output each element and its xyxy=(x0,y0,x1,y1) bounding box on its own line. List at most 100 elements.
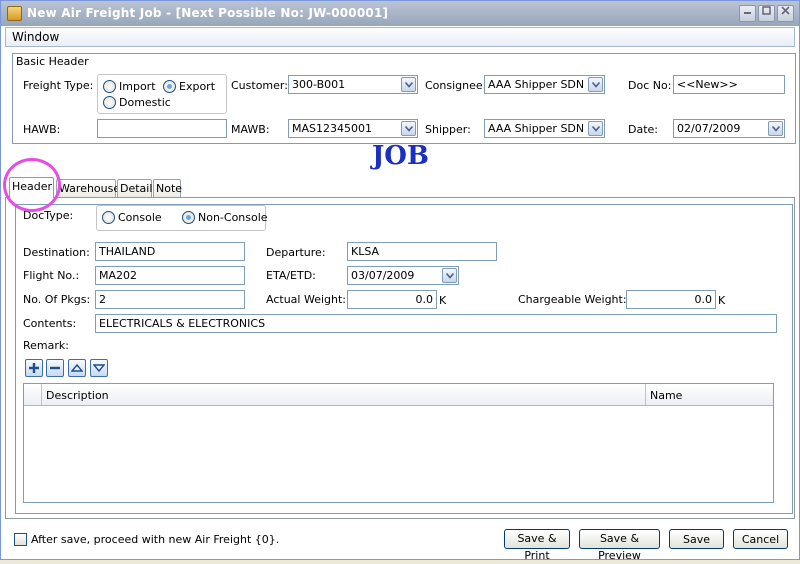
shipper-dropdown-button[interactable] xyxy=(588,121,603,136)
radio-non-console[interactable] xyxy=(182,211,195,224)
chevron-down-icon xyxy=(592,126,600,132)
eta-etd-dropdown-button[interactable] xyxy=(442,268,457,283)
eta-etd-value: 03/07/2009 xyxy=(351,269,415,282)
chevron-down-icon xyxy=(592,82,600,88)
title-bar: New Air Freight Job - [Next Possible No:… xyxy=(1,1,799,26)
grid-header-row: Description Name xyxy=(24,384,773,406)
mawb-combo[interactable]: MAS12345001 xyxy=(288,119,418,138)
flight-no-field[interactable]: MA202 xyxy=(95,266,245,285)
radio-export-label: Export xyxy=(179,80,216,93)
departure-field[interactable]: KLSA xyxy=(347,242,497,261)
customer-combo[interactable]: 300-B001 xyxy=(288,75,418,94)
mawb-label: MAWB: xyxy=(231,123,270,136)
cancel-button[interactable]: Cancel xyxy=(733,529,788,549)
actual-weight-unit: K xyxy=(439,294,447,307)
actual-weight-label: Actual Weight: xyxy=(266,293,346,306)
grid-column-name[interactable]: Name xyxy=(646,384,773,405)
job-banner: JOB xyxy=(372,141,429,171)
hawb-field[interactable] xyxy=(97,119,227,138)
tab-note[interactable]: Note xyxy=(153,179,182,197)
consignee-dropdown-button[interactable] xyxy=(588,77,603,92)
shipper-value: AAA Shipper SDN BH xyxy=(488,122,604,135)
remove-row-button[interactable] xyxy=(46,359,64,377)
move-down-button[interactable] xyxy=(90,359,108,377)
chevron-down-icon xyxy=(446,273,454,279)
tab-detail[interactable]: Detail xyxy=(117,179,152,197)
destination-label: Destination: xyxy=(23,246,90,259)
flight-no-value: MA202 xyxy=(99,269,138,282)
minimize-button[interactable] xyxy=(739,5,756,22)
remark-label: Remark: xyxy=(23,339,69,352)
grid-column-description[interactable]: Description xyxy=(42,384,646,405)
date-label: Date: xyxy=(628,123,658,136)
save-and-preview-button[interactable]: Save & Preview xyxy=(579,529,660,562)
no-of-pkgs-label: No. Of Pkgs: xyxy=(23,293,91,306)
save-and-print-button[interactable]: Save & Print xyxy=(504,529,570,562)
save-button[interactable]: Save xyxy=(669,529,724,549)
menu-bar: Window xyxy=(5,27,795,47)
tab-warehouse[interactable]: Warehouse xyxy=(56,179,120,197)
radio-import-label: Import xyxy=(119,80,156,93)
no-of-pkgs-value: 2 xyxy=(99,293,106,306)
consignee-combo[interactable]: AAA Shipper SDN BH xyxy=(484,75,605,94)
departure-label: Departure: xyxy=(266,246,326,259)
chargeable-weight-label: Chargeable Weight: xyxy=(518,293,627,306)
arrow-down-icon xyxy=(93,364,105,373)
grid-row-indicator-header xyxy=(24,384,42,405)
air-freight-job-window: New Air Freight Job - [Next Possible No:… xyxy=(0,0,800,562)
radio-export[interactable] xyxy=(163,80,176,93)
mawb-value: MAS12345001 xyxy=(292,122,372,135)
minus-icon xyxy=(50,366,60,370)
shipper-label: Shipper: xyxy=(425,123,471,136)
radio-console[interactable] xyxy=(102,211,115,224)
date-picker[interactable]: 02/07/2009 xyxy=(673,119,785,138)
customer-label: Customer: xyxy=(231,79,288,92)
close-icon xyxy=(781,6,790,15)
basic-header-label: Basic Header xyxy=(16,55,89,68)
maximize-button[interactable] xyxy=(758,5,775,22)
close-button[interactable] xyxy=(777,5,794,22)
plus-icon xyxy=(29,363,39,373)
doc-no-field[interactable]: <<New>> xyxy=(673,75,785,94)
window-title: New Air Freight Job - [Next Possible No:… xyxy=(27,6,389,20)
menu-window[interactable]: Window xyxy=(12,30,59,44)
no-of-pkgs-field[interactable]: 2 xyxy=(95,290,245,309)
shipper-combo[interactable]: AAA Shipper SDN BH xyxy=(484,119,605,138)
actual-weight-field[interactable]: 0.0 xyxy=(347,290,437,309)
flight-no-label: Flight No.: xyxy=(23,269,80,282)
destination-value: THAILAND xyxy=(99,245,156,258)
consignee-label: Consignee: xyxy=(425,79,487,92)
consignee-value: AAA Shipper SDN BH xyxy=(488,78,604,91)
chargeable-weight-value: 0.0 xyxy=(694,293,713,306)
remark-grid[interactable]: Description Name xyxy=(23,383,774,503)
destination-field[interactable]: THAILAND xyxy=(95,242,245,261)
freight-type-label: Freight Type: xyxy=(23,79,94,92)
actual-weight-value: 0.0 xyxy=(415,293,434,306)
proceed-new-checkbox[interactable] xyxy=(14,533,27,546)
radio-import[interactable] xyxy=(103,80,116,93)
hawb-label: HAWB: xyxy=(23,123,61,136)
eta-etd-label: ETA/ETD: xyxy=(266,269,316,282)
radio-non-console-label: Non-Console xyxy=(198,211,268,224)
customer-value: 300-B001 xyxy=(292,78,346,91)
radio-domestic[interactable] xyxy=(103,96,116,109)
minimize-icon xyxy=(744,12,751,14)
add-row-button[interactable] xyxy=(25,359,43,377)
eta-etd-picker[interactable]: 03/07/2009 xyxy=(347,266,459,285)
departure-value: KLSA xyxy=(351,245,380,258)
mawb-dropdown-button[interactable] xyxy=(401,121,416,136)
customer-dropdown-button[interactable] xyxy=(401,77,416,92)
proceed-new-label: After save, proceed with new Air Freight… xyxy=(31,533,280,546)
doc-no-label: Doc No: xyxy=(628,79,672,92)
chevron-down-icon xyxy=(405,126,413,132)
contents-field[interactable]: ELECTRICALS & ELECTRONICS xyxy=(95,314,777,333)
move-up-button[interactable] xyxy=(68,359,86,377)
radio-console-label: Console xyxy=(118,211,162,224)
chargeable-weight-field[interactable]: 0.0 xyxy=(626,290,716,309)
chargeable-weight-unit: K xyxy=(718,294,726,307)
date-dropdown-button[interactable] xyxy=(768,121,783,136)
contents-label: Contents: xyxy=(23,317,77,330)
chevron-down-icon xyxy=(772,126,780,132)
tab-header[interactable]: Header xyxy=(9,177,54,198)
date-value: 02/07/2009 xyxy=(677,122,741,135)
